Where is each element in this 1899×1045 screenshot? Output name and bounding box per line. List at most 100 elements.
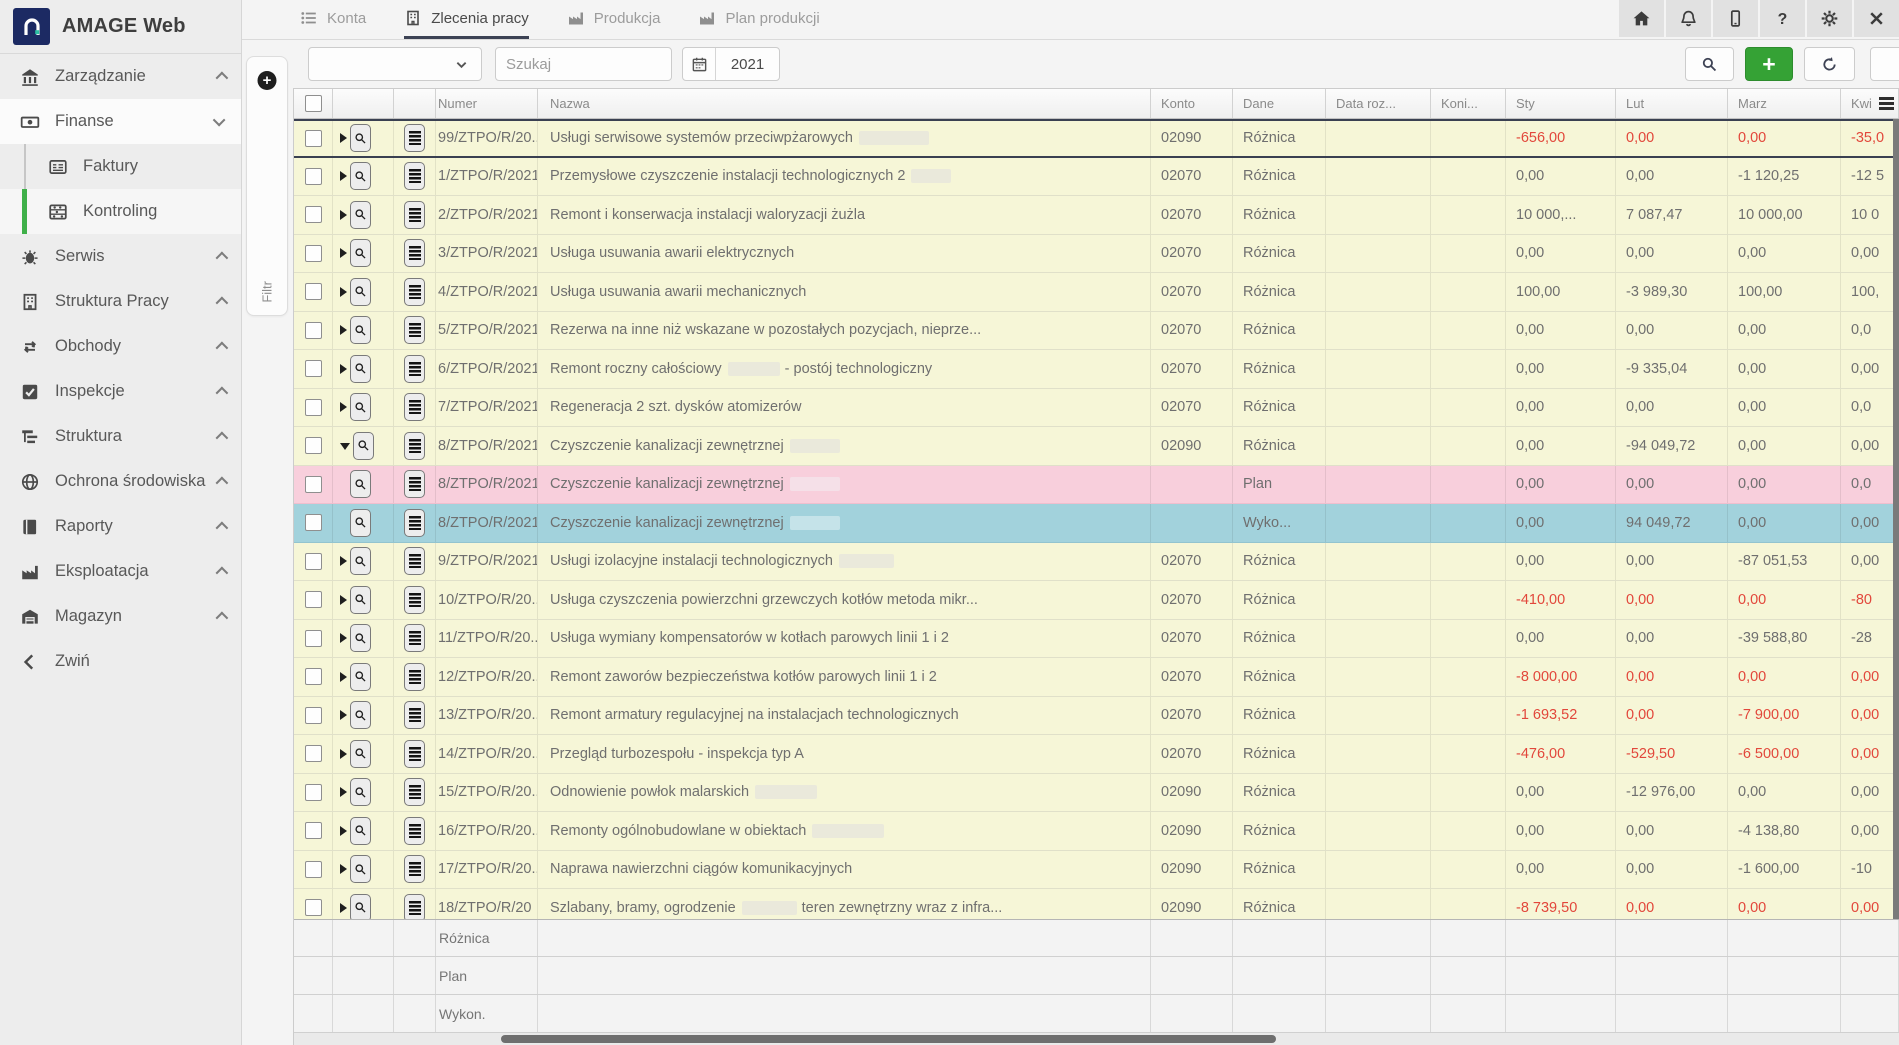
table-row[interactable]: 3/ZTPO/R/2021Usługa usuwania awarii elek… [294, 235, 1899, 274]
sidebar-item-finanse[interactable]: Finanse [0, 99, 241, 144]
row-detail-button[interactable] [350, 663, 371, 691]
horizontal-scrollbar-thumb[interactable] [501, 1035, 1276, 1043]
expand-row-icon[interactable] [340, 556, 347, 566]
row-detail-button[interactable] [350, 894, 371, 919]
table-row[interactable]: 2/ZTPO/R/2021Remont i konserwacja instal… [294, 196, 1899, 235]
sidebar-item-zarzadzanie[interactable]: Zarządzanie [0, 54, 241, 99]
row-checkbox[interactable] [305, 591, 322, 608]
row-detail-button[interactable] [350, 201, 371, 229]
table-row[interactable]: 5/ZTPO/R/2021Rezerwa na inne niż wskazan… [294, 312, 1899, 351]
sidebar-item-inspekcje[interactable]: Inspekcje [0, 369, 241, 414]
expand-row-icon[interactable] [340, 826, 347, 836]
sidebar-item-kontroling[interactable]: Kontroling [0, 189, 241, 234]
sidebar-item-faktury[interactable]: Faktury [0, 144, 241, 189]
row-list-button[interactable] [404, 855, 425, 883]
table-row[interactable]: 10/ZTPO/R/20...Usługa czyszczenia powier… [294, 581, 1899, 620]
row-detail-button[interactable] [350, 701, 371, 729]
table-row[interactable]: 99/ZTPO/R/20...Usługi serwisowe systemów… [294, 119, 1899, 158]
row-list-button[interactable] [404, 701, 425, 729]
refresh-button[interactable] [1804, 47, 1855, 81]
row-checkbox[interactable] [305, 476, 322, 493]
row-detail-button[interactable] [350, 470, 371, 498]
row-list-button[interactable] [404, 894, 425, 919]
filter-dropdown[interactable] [308, 47, 482, 81]
sidebar-item-eksploatacja[interactable]: Eksploatacja [0, 549, 241, 594]
expand-row-icon[interactable] [340, 787, 347, 797]
column-header-nazwa[interactable]: Nazwa [538, 89, 1151, 118]
expand-row-icon[interactable] [340, 287, 347, 297]
row-detail-button[interactable] [350, 778, 371, 806]
tab-zlecenia-pracy[interactable]: Zlecenia pracy [404, 0, 529, 39]
column-header-numer[interactable]: Numer [436, 89, 538, 118]
row-checkbox[interactable] [305, 360, 322, 377]
row-list-button[interactable] [404, 547, 425, 575]
column-header-konto[interactable]: Konto [1151, 89, 1233, 118]
expand-row-icon[interactable] [340, 749, 347, 759]
tab-produkcja[interactable]: Produkcja [567, 0, 661, 39]
row-detail-button[interactable] [353, 432, 374, 460]
row-detail-button[interactable] [350, 239, 371, 267]
horizontal-scrollbar[interactable] [294, 1033, 1899, 1045]
column-header-marz[interactable]: Marz [1728, 89, 1841, 118]
row-list-button[interactable] [404, 778, 425, 806]
tab-konta[interactable]: Konta [300, 0, 366, 39]
sidebar-item-ochrona-srodowiska[interactable]: Ochrona środowiska [0, 459, 241, 504]
collapse-row-icon[interactable] [340, 443, 350, 450]
row-list-button[interactable] [404, 586, 425, 614]
row-checkbox[interactable] [305, 784, 322, 801]
table-row[interactable]: 6/ZTPO/R/2021Remont roczny całościowy - … [294, 350, 1899, 389]
row-detail-button[interactable] [350, 316, 371, 344]
row-detail-button[interactable] [350, 547, 371, 575]
row-list-button[interactable] [404, 201, 425, 229]
expand-row-icon[interactable] [340, 171, 347, 181]
row-checkbox[interactable] [305, 168, 322, 185]
expand-row-icon[interactable] [340, 210, 347, 220]
table-row[interactable]: 7/ZTPO/R/2021Regeneracja 2 szt. dysków a… [294, 389, 1899, 428]
row-checkbox[interactable] [305, 322, 322, 339]
table-row[interactable]: 13/ZTPO/R/20...Remont armatury regulacyj… [294, 697, 1899, 736]
row-detail-button[interactable] [350, 740, 371, 768]
row-checkbox[interactable] [305, 822, 322, 839]
row-list-button[interactable] [404, 278, 425, 306]
row-checkbox[interactable] [305, 130, 322, 147]
row-list-button[interactable] [404, 355, 425, 383]
row-checkbox[interactable] [305, 899, 322, 916]
row-detail-button[interactable] [350, 393, 371, 421]
table-row[interactable]: 4/ZTPO/R/2021Usługa usuwania awarii mech… [294, 273, 1899, 312]
row-checkbox[interactable] [305, 745, 322, 762]
table-row[interactable]: 8/ZTPO/R/2021Czyszczenie kanalizacji zew… [294, 504, 1899, 543]
sidebar-item-zwin[interactable]: Zwiń [0, 639, 241, 684]
row-checkbox[interactable] [305, 514, 322, 531]
row-list-button[interactable] [404, 162, 425, 190]
table-row[interactable]: 14/ZTPO/R/20...Przegląd turbozespołu - i… [294, 735, 1899, 774]
row-checkbox[interactable] [305, 206, 322, 223]
table-row[interactable]: 18/ZTPO/R/20Szlabany, bramy, ogrodzenie … [294, 889, 1899, 919]
home-button[interactable] [1619, 0, 1664, 37]
expand-row-icon[interactable] [340, 133, 347, 143]
year-picker[interactable]: 2021 [682, 47, 780, 81]
expand-row-icon[interactable] [340, 633, 347, 643]
select-all-checkbox[interactable] [305, 95, 322, 112]
vertical-scrollbar-thumb[interactable] [1893, 119, 1899, 919]
row-checkbox[interactable] [305, 283, 322, 300]
row-detail-button[interactable] [350, 586, 371, 614]
row-list-button[interactable] [404, 239, 425, 267]
expand-row-icon[interactable] [340, 248, 347, 258]
row-checkbox[interactable] [305, 861, 322, 878]
row-list-button[interactable] [404, 740, 425, 768]
sidebar-item-obchody[interactable]: Obchody [0, 324, 241, 369]
table-row[interactable]: 17/ZTPO/R/20...Naprawa nawierzchni ciągó… [294, 851, 1899, 890]
tab-plan-produkcji[interactable]: Plan produkcji [698, 0, 819, 39]
close-button[interactable] [1854, 0, 1899, 37]
row-list-button[interactable] [404, 124, 425, 152]
row-list-button[interactable] [404, 393, 425, 421]
table-row[interactable]: 8/ZTPO/R/2021Czyszczenie kanalizacji zew… [294, 427, 1899, 466]
row-detail-button[interactable] [350, 278, 371, 306]
table-row[interactable]: 1/ZTPO/R/2021Przemysłowe czyszczenie ins… [294, 158, 1899, 197]
sidebar-item-raporty[interactable]: Raporty [0, 504, 241, 549]
help-button[interactable]: ? [1760, 0, 1805, 37]
expand-row-icon[interactable] [340, 710, 347, 720]
row-list-button[interactable] [404, 432, 425, 460]
more-button[interactable] [1870, 47, 1899, 81]
add-button[interactable]: + [1745, 47, 1793, 81]
